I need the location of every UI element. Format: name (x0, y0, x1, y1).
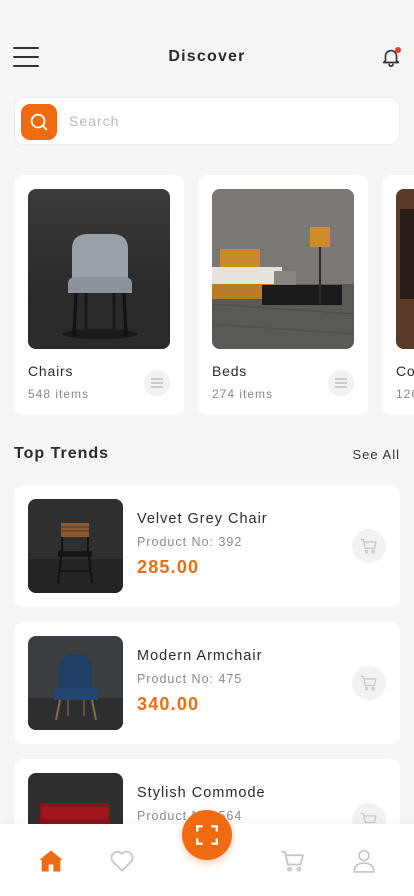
product-card[interactable]: Velvet Grey Chair Product No: 392 285.00 (14, 485, 400, 607)
search-input[interactable] (69, 98, 389, 144)
category-image-beds (212, 189, 354, 349)
category-count: 548 items (28, 387, 90, 401)
product-image (28, 499, 123, 593)
category-card-chairs[interactable]: Chairs 548 items (14, 175, 184, 415)
category-name: Co (396, 363, 414, 379)
category-name: Chairs (28, 363, 74, 379)
product-name: Velvet Grey Chair (137, 511, 268, 527)
product-number: Product No: 475 (137, 672, 243, 686)
cart-icon (360, 538, 377, 554)
category-card-beds[interactable]: Beds 274 items (198, 175, 368, 415)
category-count: 126 (396, 387, 414, 401)
cart-icon (360, 675, 377, 691)
product-card[interactable]: Modern Armchair Product No: 475 340.00 (14, 622, 400, 744)
heart-icon (110, 850, 134, 872)
category-carousel[interactable]: Chairs 548 items Beds 274 items Co 12 (14, 175, 414, 415)
user-icon (353, 849, 375, 873)
home-icon (39, 850, 63, 872)
nav-profile[interactable] (349, 846, 379, 876)
nav-home[interactable] (36, 846, 66, 876)
nav-favorites[interactable] (107, 846, 137, 876)
category-options-button[interactable] (328, 370, 354, 396)
category-count: 274 items (212, 387, 274, 401)
category-name: Beds (212, 363, 248, 379)
scan-button[interactable] (182, 810, 232, 860)
scan-icon (196, 825, 218, 845)
add-to-cart-button[interactable] (352, 666, 386, 700)
category-card-commodes[interactable]: Co 126 (382, 175, 414, 415)
category-image-chairs (28, 189, 170, 349)
cart-icon (281, 850, 304, 872)
add-to-cart-button[interactable] (352, 529, 386, 563)
list-icon (335, 378, 347, 388)
product-name: Modern Armchair (137, 648, 263, 664)
search-button[interactable] (21, 104, 57, 140)
app-header: Discover (0, 0, 414, 92)
search-icon (30, 113, 48, 131)
product-number: Product No: 392 (137, 535, 243, 549)
section-title: Top Trends (14, 445, 110, 462)
see-all-link[interactable]: See All (353, 447, 400, 462)
page-title: Discover (168, 48, 246, 65)
category-options-button[interactable] (144, 370, 170, 396)
list-icon (151, 378, 163, 388)
nav-cart[interactable] (278, 846, 308, 876)
notification-badge (395, 47, 401, 53)
product-name: Stylish Commode (137, 785, 266, 801)
product-price: 340.00 (137, 694, 200, 714)
category-image-commodes (396, 189, 414, 349)
product-price: 285.00 (137, 557, 200, 577)
product-image (28, 636, 123, 730)
search-bar (14, 97, 400, 145)
